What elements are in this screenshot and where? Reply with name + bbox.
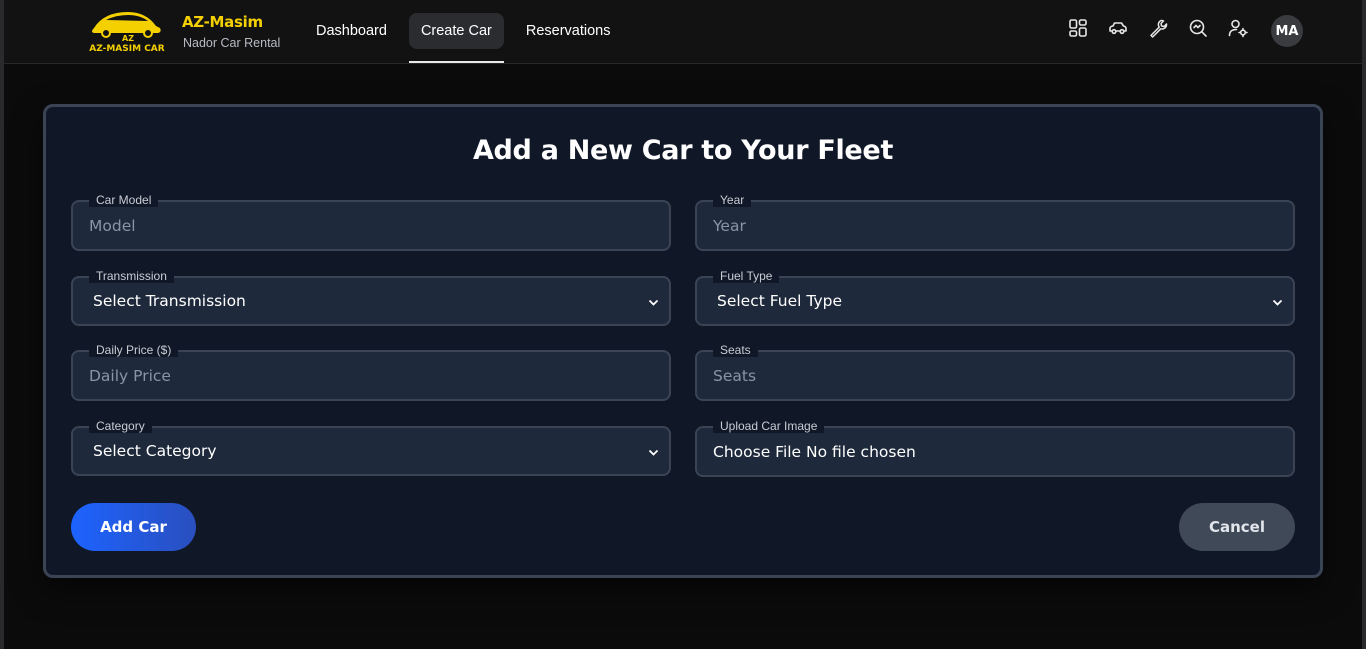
- cancel-button[interactable]: Cancel: [1179, 503, 1295, 551]
- nav-create-car[interactable]: Create Car: [408, 13, 504, 63]
- add-car-button[interactable]: Add Car: [71, 503, 196, 551]
- seats-input[interactable]: [697, 352, 1293, 399]
- form-title: Add a New Car to Your Fleet: [472, 135, 894, 166]
- fuel-type-select[interactable]: Select Fuel Type Fuel Type: [695, 269, 1295, 326]
- window-frame-left: [0, 0, 4, 649]
- chevron-down-icon: [1272, 299, 1283, 306]
- nav-dashboard[interactable]: Dashboard: [304, 13, 399, 49]
- top-navbar: AZ AZ-MASIM CAR AZ-Masim Nador Car Renta…: [4, 0, 1362, 64]
- nav-reservations[interactable]: Reservations: [514, 13, 623, 49]
- year-input[interactable]: [697, 202, 1293, 249]
- category-select[interactable]: Select Category Category: [71, 419, 671, 476]
- file-input-text[interactable]: Choose File No file chosen: [713, 428, 916, 475]
- wrench-icon[interactable]: [1148, 18, 1168, 38]
- fuel-type-value: Select Fuel Type: [717, 292, 843, 310]
- window-frame-right: [1362, 0, 1366, 649]
- transmission-value: Select Transmission: [93, 292, 246, 310]
- seats-field: Seats: [695, 343, 1295, 401]
- logo-text: AZ-MASIM CAR: [89, 44, 164, 54]
- year-field: Year: [695, 193, 1295, 251]
- create-car-form-card: Add a New Car to Your Fleet Car Model Ye…: [43, 104, 1323, 578]
- grid-icon[interactable]: [1068, 18, 1088, 38]
- daily-price-label: Daily Price ($): [89, 343, 179, 357]
- fuel-type-label: Fuel Type: [713, 269, 780, 283]
- user-avatar[interactable]: MA: [1271, 15, 1303, 47]
- search-zoom-icon[interactable]: [1188, 18, 1208, 38]
- brand-subtitle: Nador Car Rental: [183, 36, 281, 50]
- car-icon[interactable]: [1108, 18, 1128, 38]
- category-label: Category: [89, 419, 152, 433]
- upload-image-label: Upload Car Image: [713, 419, 825, 433]
- user-settings-icon[interactable]: [1228, 18, 1248, 38]
- chevron-down-icon: [648, 299, 659, 306]
- main-nav: Dashboard Create Car Reservations: [304, 13, 623, 63]
- chevron-down-icon: [648, 449, 659, 456]
- transmission-label: Transmission: [89, 269, 174, 283]
- car-model-field: Car Model: [71, 193, 671, 251]
- car-model-label: Car Model: [89, 193, 159, 207]
- nav-icon-group: [1068, 18, 1248, 38]
- upload-image-field[interactable]: Choose File No file chosen Upload Car Im…: [695, 419, 1295, 477]
- brand-logo[interactable]: AZ AZ-MASIM CAR: [84, 6, 170, 54]
- brand-name: AZ-Masim: [182, 13, 263, 31]
- category-value: Select Category: [93, 442, 217, 460]
- seats-label: Seats: [713, 343, 758, 357]
- logo-monogram: AZ: [122, 34, 134, 43]
- transmission-select[interactable]: Select Transmission Transmission: [71, 269, 671, 326]
- daily-price-field: Daily Price ($): [71, 343, 671, 401]
- daily-price-input[interactable]: [73, 352, 669, 399]
- car-model-input[interactable]: [73, 202, 669, 249]
- car-logo-icon: AZ AZ-MASIM CAR: [89, 12, 165, 54]
- year-label: Year: [713, 193, 752, 207]
